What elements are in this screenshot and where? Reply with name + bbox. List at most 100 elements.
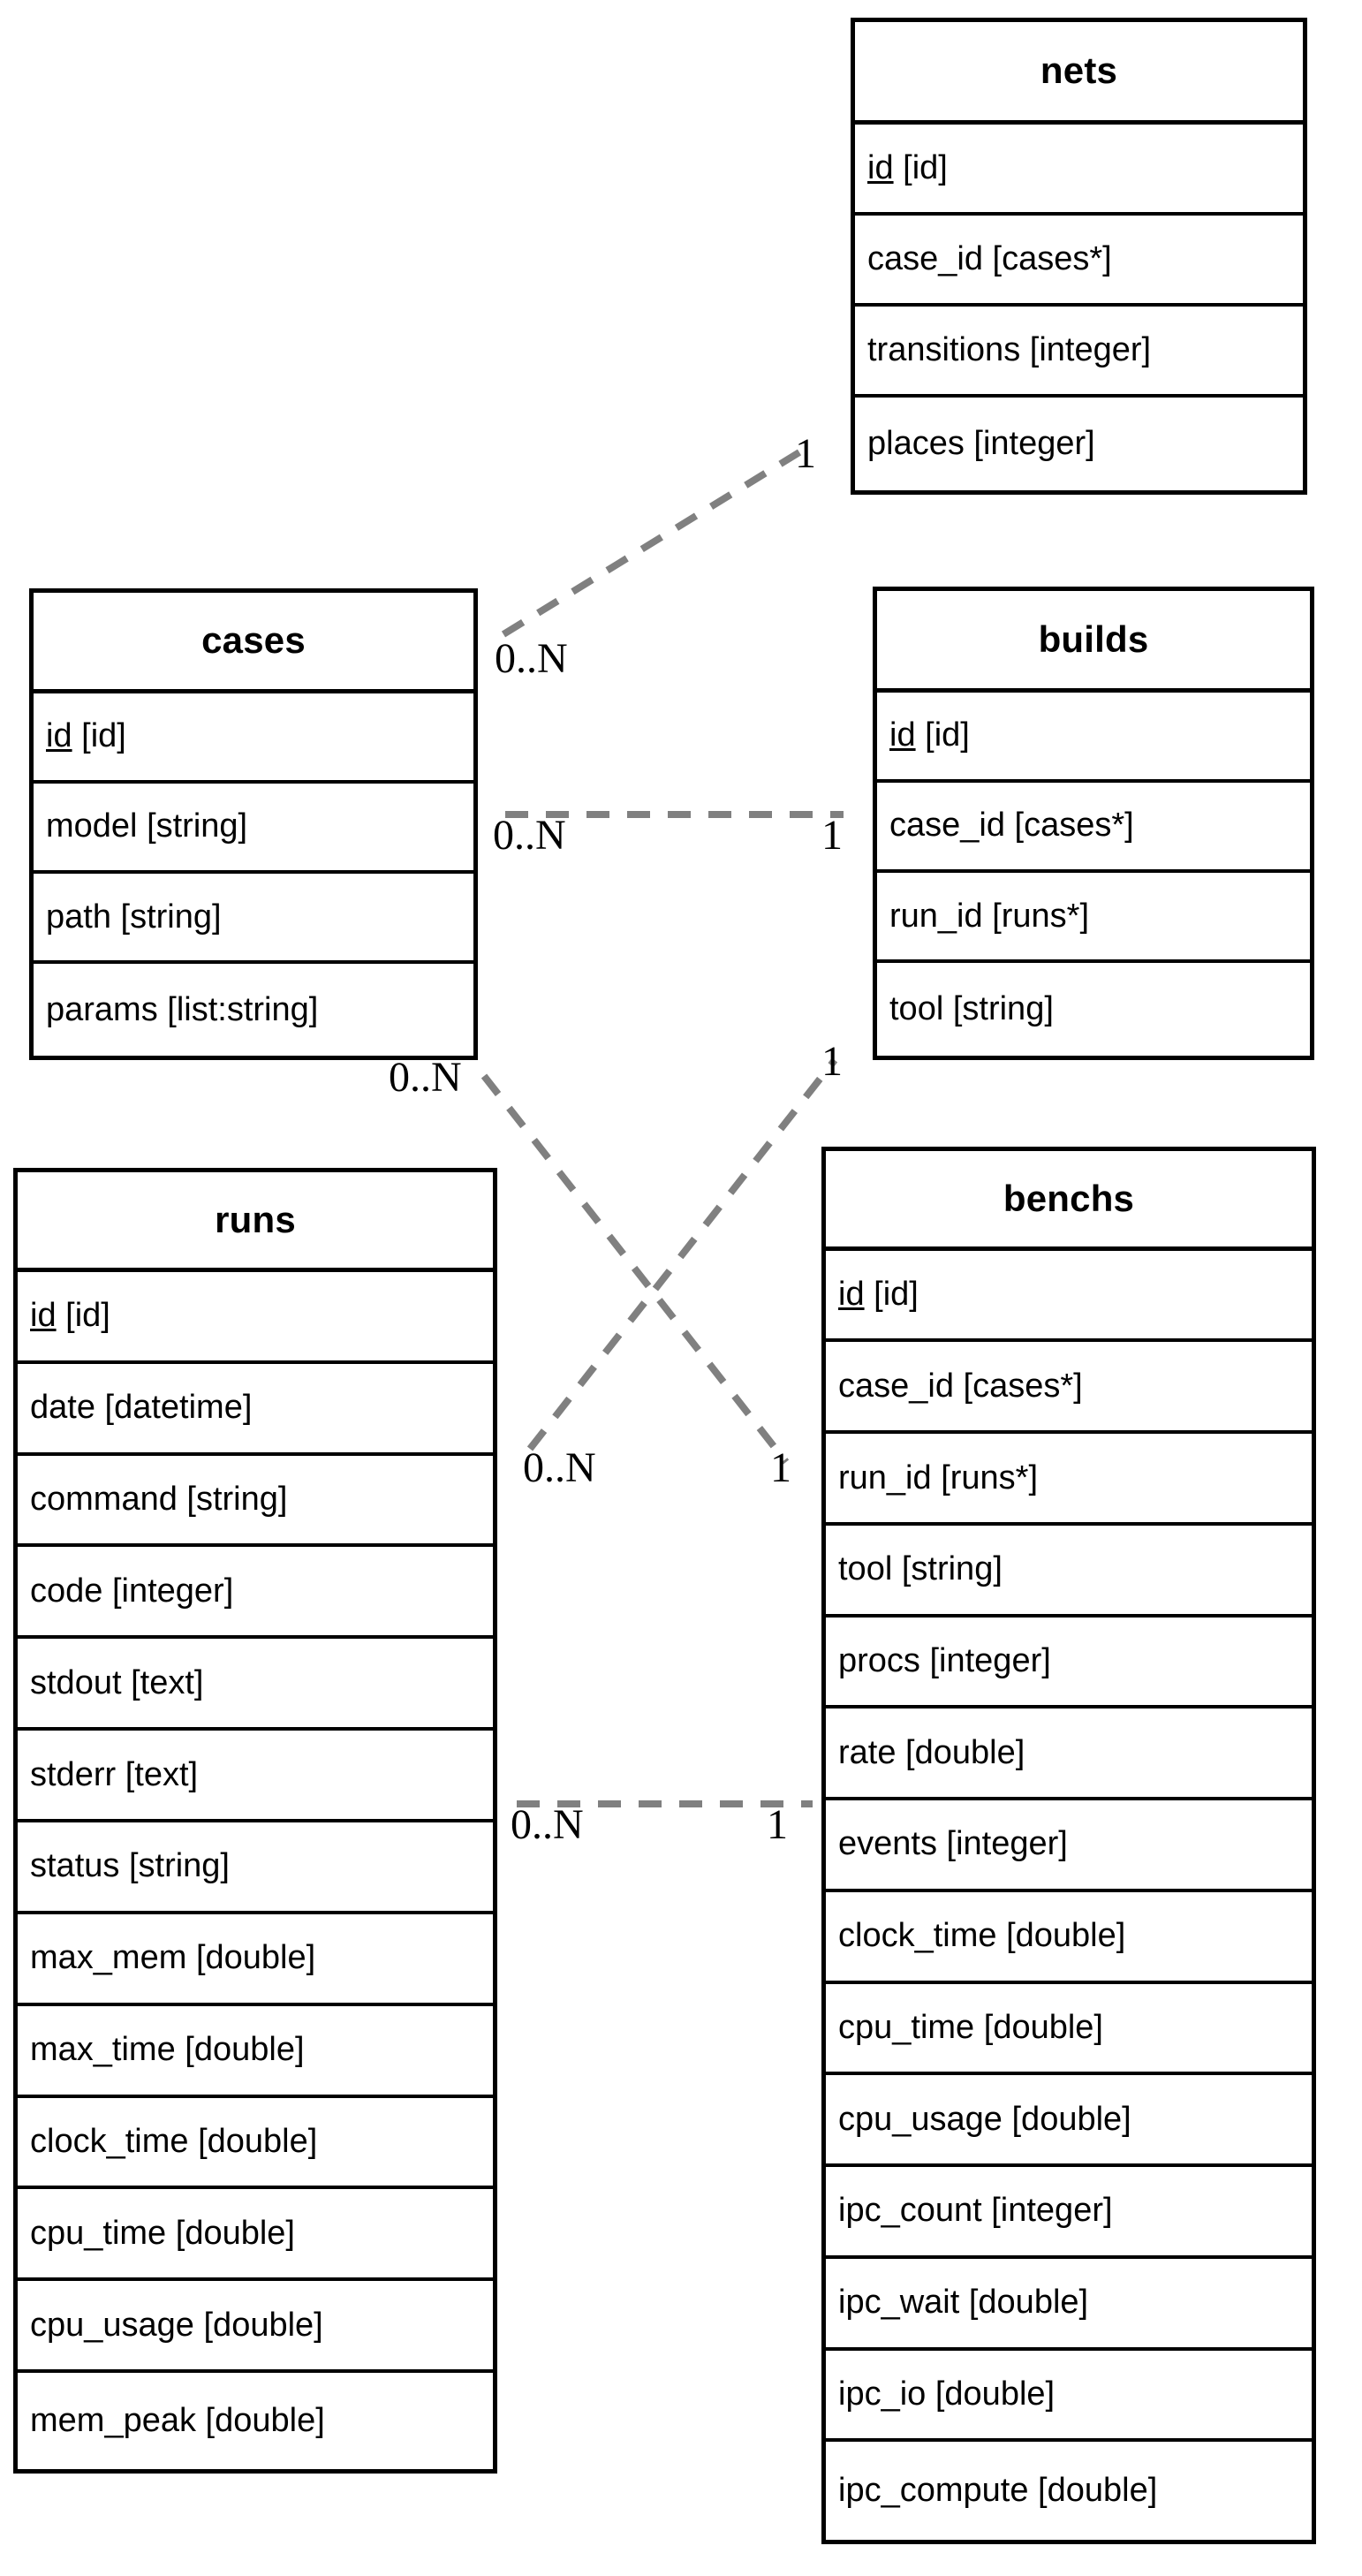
attribute-type: [string] (120, 898, 222, 936)
attribute-row: max_mem [double] (18, 1914, 493, 2006)
attribute-type: [id] (65, 1297, 110, 1335)
attribute-row: mem_peak [double] (18, 2373, 493, 2469)
attribute-type: [text] (125, 1755, 199, 1793)
er-diagram-canvas: nets id [id] case_id [cases*] transition… (0, 0, 1362, 2576)
attribute-type: [double] (195, 1939, 316, 1977)
relationship-line-runs-builds (526, 1057, 838, 1451)
attribute-row: places [integer] (855, 398, 1303, 490)
attribute-type: [double] (905, 1733, 1025, 1771)
attribute-type: [id] (81, 717, 126, 755)
entity-title-runs: runs (18, 1172, 493, 1272)
attribute-row: cpu_time [double] (826, 1984, 1312, 2076)
entity-cases[interactable]: cases id [id] model [string] path [strin… (29, 588, 478, 1060)
attribute-type: [list:string] (167, 990, 319, 1028)
entity-title-nets: nets (855, 22, 1303, 125)
attribute-row: ipc_wait [double] (826, 2259, 1312, 2351)
attribute-type: [id] (903, 148, 948, 186)
relationship-line-cases-benchs (480, 1073, 790, 1465)
entity-benchs[interactable]: benchs id [id] case_id [cases*] run_id [… (821, 1147, 1316, 2544)
attribute-row: id [id] (18, 1272, 493, 1364)
attribute-row: case_id [cases*] (855, 216, 1303, 307)
attribute-name: clock_time (838, 1917, 997, 1955)
cardinality-label-benchs-runs-one: 1 (767, 1801, 788, 1848)
attribute-name: tool (838, 1550, 893, 1588)
attribute-name: id (838, 1276, 865, 1314)
attribute-name: path (46, 898, 111, 936)
attribute-name: status (30, 1847, 120, 1885)
attribute-type: [integer] (946, 1825, 1068, 1863)
attribute-row: events [integer] (826, 1800, 1312, 1892)
cardinality-label-cases-benchs-many: 0..N (389, 1054, 462, 1101)
attribute-name: transitions (867, 331, 1021, 368)
attribute-name: stdout (30, 1663, 122, 1701)
attribute-row: ipc_io [double] (826, 2351, 1312, 2443)
attribute-row: id [id] (34, 693, 473, 784)
attribute-type: [cases*] (963, 1367, 1083, 1405)
attribute-row: path [string] (34, 874, 473, 965)
attribute-name: cpu_time (838, 2008, 975, 2046)
attribute-name: max_time (30, 2031, 176, 2069)
attribute-name: cpu_usage (30, 2306, 194, 2344)
attribute-name: case_id (867, 239, 983, 277)
attribute-type: [integer] (929, 1642, 1051, 1680)
attribute-row: procs [integer] (826, 1618, 1312, 1709)
attribute-name: clock_time (30, 2123, 189, 2160)
attribute-row: ipc_compute [double] (826, 2442, 1312, 2540)
attribute-row: cpu_usage [double] (826, 2075, 1312, 2168)
entity-runs[interactable]: runs id [id] date [datetime] command [st… (13, 1168, 497, 2474)
attribute-row: tool [string] (877, 963, 1310, 1056)
attribute-type: [double] (205, 2402, 325, 2440)
cardinality-label-nets-one: 1 (795, 430, 816, 477)
attribute-type: [string] (186, 1480, 288, 1518)
attribute-type: [double] (1011, 2100, 1131, 2138)
attribute-row: cpu_usage [double] (18, 2281, 493, 2374)
attribute-name: mem_peak (30, 2402, 196, 2440)
cardinality-label-cases-builds-many: 0..N (493, 812, 566, 859)
attribute-name: rate (838, 1733, 897, 1771)
attribute-name: model (46, 807, 138, 845)
attribute-name: max_mem (30, 1939, 187, 1977)
attribute-row: code [integer] (18, 1547, 493, 1640)
attribute-type: [double] (175, 2214, 295, 2252)
attribute-name: ipc_wait (838, 2284, 960, 2322)
attribute-type: [double] (198, 2123, 318, 2160)
cardinality-label-cases-nets-many: 0..N (495, 635, 568, 682)
attribute-row: cpu_time [double] (18, 2189, 493, 2282)
attribute-row: rate [double] (826, 1708, 1312, 1801)
attribute-type: [integer] (111, 1572, 234, 1610)
attribute-name: places (867, 425, 965, 462)
attribute-name: run_id (838, 1458, 932, 1496)
attribute-type: [runs*] (992, 897, 1090, 935)
attribute-row: id [id] (877, 693, 1310, 783)
attribute-name: run_id (889, 897, 983, 935)
attribute-row: id [id] (826, 1251, 1312, 1343)
attribute-row: date [datetime] (18, 1364, 493, 1456)
attribute-type: [double] (203, 2306, 323, 2344)
attribute-type: [string] (147, 807, 248, 845)
attribute-type: [datetime] (104, 1389, 253, 1427)
attribute-name: ipc_count (838, 2192, 982, 2230)
attribute-name: date (30, 1389, 95, 1427)
attribute-type: [double] (968, 2284, 1089, 2322)
attribute-type: [id] (925, 716, 970, 754)
attribute-type: [text] (131, 1663, 204, 1701)
attribute-row: tool [string] (826, 1526, 1312, 1618)
attribute-row: run_id [runs*] (826, 1434, 1312, 1526)
attribute-name: tool (889, 990, 944, 1028)
entity-builds[interactable]: builds id [id] case_id [cases*] run_id [… (873, 587, 1314, 1060)
attribute-name: case_id (838, 1367, 954, 1405)
cardinality-label-runs-benchs-many: 0..N (511, 1801, 584, 1848)
attribute-name: events (838, 1825, 937, 1863)
cardinality-label-runs-builds-many: 0..N (523, 1444, 596, 1491)
attribute-row: run_id [runs*] (877, 873, 1310, 964)
cardinality-label-builds-runs-one: 1 (821, 1038, 843, 1085)
attribute-name: ipc_io (838, 2375, 927, 2413)
attribute-type: [cases*] (1014, 807, 1134, 845)
attribute-row: command [string] (18, 1456, 493, 1548)
attribute-row: transitions [integer] (855, 307, 1303, 398)
attribute-type: [string] (952, 990, 1054, 1028)
entity-nets[interactable]: nets id [id] case_id [cases*] transition… (851, 18, 1307, 495)
attribute-row: model [string] (34, 784, 473, 874)
attribute-row: id [id] (855, 125, 1303, 216)
attribute-type: [double] (934, 2375, 1056, 2413)
